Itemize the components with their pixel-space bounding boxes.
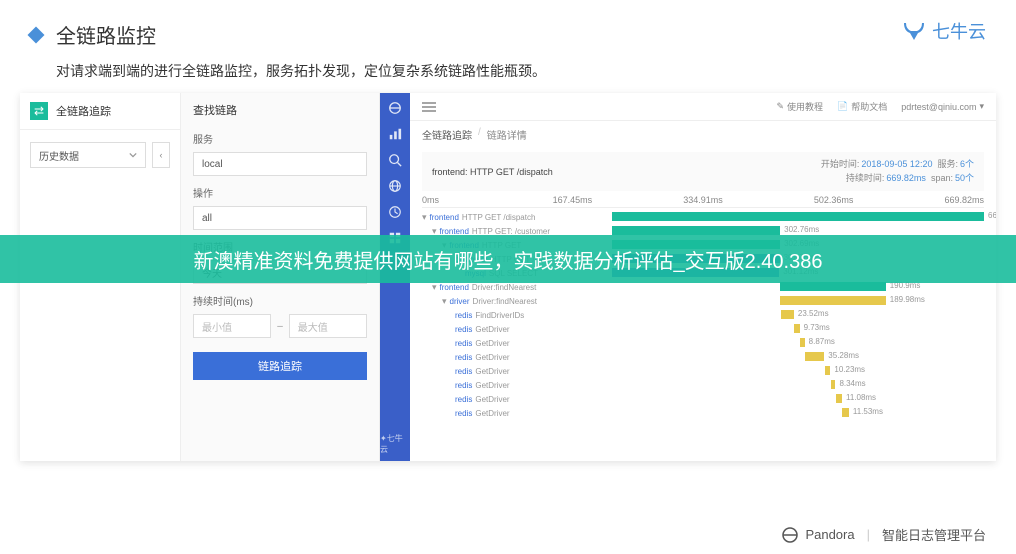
clock-icon[interactable] bbox=[388, 205, 402, 219]
dash-separator: – bbox=[277, 321, 283, 332]
trace-meta: 开始时间:2018-09-05 12:20 服务:6个 持续时间:669.82m… bbox=[821, 158, 974, 185]
footer-tagline: 智能日志管理平台 bbox=[882, 525, 986, 544]
page-title: 全链路监控 bbox=[56, 20, 156, 49]
module-icon: ⇄ bbox=[30, 102, 48, 120]
tutorial-link[interactable]: ✎使用教程 bbox=[777, 100, 824, 113]
service-select[interactable]: local bbox=[193, 152, 367, 176]
crumb-root[interactable]: 全链路追踪 bbox=[422, 127, 472, 142]
time-ruler: 0ms167.45ms334.91ms502.36ms669.82ms bbox=[422, 195, 984, 208]
span-row[interactable]: redis GetDriver35.28ms bbox=[410, 350, 996, 364]
search-icon[interactable] bbox=[388, 153, 402, 167]
span-row[interactable]: redis GetDriver8.34ms bbox=[410, 378, 996, 392]
trace-header: frontend: HTTP GET /dispatch 开始时间:2018-0… bbox=[422, 152, 984, 191]
history-extra-button[interactable]: ‹ bbox=[152, 142, 170, 168]
qiniu-logo: 七牛云 bbox=[900, 18, 986, 44]
breadcrumb: 全链路追踪 / 链路详情 bbox=[410, 121, 996, 148]
chevron-down-icon bbox=[129, 151, 137, 159]
logo-text: 七牛云 bbox=[932, 18, 986, 44]
span-row[interactable]: redis FindDriverIDs23.52ms bbox=[410, 308, 996, 322]
rail-logo-icon[interactable] bbox=[388, 101, 402, 115]
duration-label: 持续时间(ms) bbox=[193, 293, 367, 308]
max-duration-input[interactable]: 最大值 bbox=[289, 314, 367, 338]
search-panel-title: 查找链路 bbox=[193, 102, 367, 118]
help-link[interactable]: 📄帮助文档 bbox=[837, 100, 887, 113]
bull-icon bbox=[900, 21, 928, 41]
diamond-bullet-icon bbox=[28, 26, 45, 43]
rail-brand: ✦七牛云 bbox=[380, 433, 410, 455]
min-duration-input[interactable]: 最小值 bbox=[193, 314, 271, 338]
footer-brand: Pandora bbox=[805, 527, 854, 542]
chart-icon[interactable] bbox=[388, 127, 402, 141]
operation-label: 操作 bbox=[193, 185, 367, 200]
span-row[interactable]: ▾driver Driver:findNearest189.98ms bbox=[410, 294, 996, 308]
globe-icon[interactable] bbox=[388, 179, 402, 193]
user-menu[interactable]: pdrtest@qiniu.com▾ bbox=[901, 101, 984, 112]
hamburger-icon[interactable] bbox=[422, 102, 436, 112]
search-button[interactable]: 链路追踪 bbox=[193, 352, 367, 380]
footer: Pandora | 智能日志管理平台 bbox=[781, 525, 986, 544]
pandora-icon bbox=[781, 526, 799, 544]
span-row[interactable]: redis GetDriver11.08ms bbox=[410, 392, 996, 406]
history-select[interactable]: 历史数据 bbox=[30, 142, 146, 168]
history-select-label: 历史数据 bbox=[39, 148, 79, 163]
span-row[interactable]: ▾frontend HTTP GET /dispatch669.82ms bbox=[410, 210, 996, 224]
span-row[interactable]: redis GetDriver8.87ms bbox=[410, 336, 996, 350]
span-row[interactable]: redis GetDriver11.53ms bbox=[410, 406, 996, 420]
span-row[interactable]: redis GetDriver10.23ms bbox=[410, 364, 996, 378]
sidebar-title: 全链路追踪 bbox=[56, 103, 111, 119]
span-row[interactable]: redis GetDriver9.73ms bbox=[410, 322, 996, 336]
overlay-banner: 新澳精准资料免费提供网站有哪些，实践数据分析评估_交互版2.40.386 bbox=[0, 235, 1016, 283]
trace-title: frontend: HTTP GET /dispatch bbox=[432, 167, 553, 177]
sidebar-header: ⇄ 全链路追踪 bbox=[20, 93, 180, 130]
page-subtitle: 对请求端到端的进行全链路监控，服务拓扑发现，定位复杂系统链路性能瓶颈。 bbox=[0, 57, 1016, 93]
service-label: 服务 bbox=[193, 131, 367, 146]
crumb-current: 链路详情 bbox=[487, 127, 527, 142]
operation-select[interactable]: all bbox=[193, 206, 367, 230]
topbar: ✎使用教程 📄帮助文档 pdrtest@qiniu.com▾ bbox=[410, 93, 996, 121]
